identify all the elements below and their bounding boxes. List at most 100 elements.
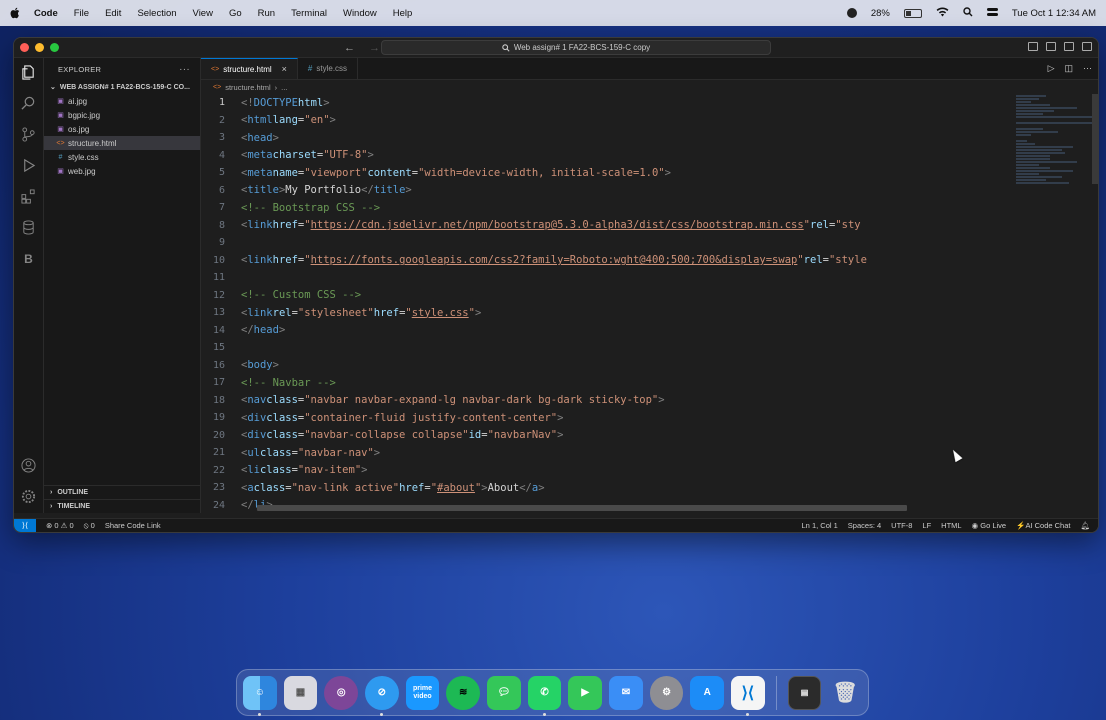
breadcrumb-file[interactable]: structure.html: [225, 83, 270, 92]
ports-indicator[interactable]: ⦸ 0: [84, 521, 95, 531]
remote-indicator-icon[interactable]: ⟩⟨: [14, 518, 36, 532]
file-item-structure-html[interactable]: <> structure.html: [44, 136, 200, 150]
apple-icon[interactable]: [10, 7, 20, 19]
settings-gear-icon[interactable]: [20, 488, 37, 505]
close-tab-icon[interactable]: ×: [282, 64, 287, 74]
tab-structure-html[interactable]: <> structure.html ×: [201, 58, 298, 79]
source-control-icon[interactable]: [20, 126, 37, 143]
explorer-icon[interactable]: [20, 64, 37, 81]
menu-go[interactable]: Go: [229, 8, 242, 19]
language-mode[interactable]: HTML: [941, 521, 961, 530]
launchpad-icon[interactable]: ▦: [283, 675, 318, 710]
code-editor[interactable]: 1 <! DOCTYPE html > 2 < html lang = "en" > 3 < he…: [201, 94, 1098, 513]
vertical-scrollbar[interactable]: [1092, 94, 1098, 184]
more-actions-icon[interactable]: ···: [1083, 63, 1092, 74]
editor-area: <> structure.html × # style.css ▷ ◫ ··· …: [201, 58, 1098, 513]
image-file-icon: ▣: [57, 168, 64, 175]
safari-icon[interactable]: ⊘: [365, 675, 399, 716]
layout-controls: [1028, 42, 1092, 51]
share-code-link[interactable]: Share Code Link: [105, 521, 161, 530]
file-item-style-css[interactable]: # style.css: [44, 150, 200, 164]
battery-icon[interactable]: [903, 8, 922, 18]
minimap[interactable]: [1016, 94, 1092, 264]
line-number: 6: [218, 184, 225, 196]
file-item-ai-jpg[interactable]: ▣ ai.jpg: [44, 94, 200, 108]
horizontal-scrollbar[interactable]: [257, 505, 907, 511]
menu-terminal[interactable]: Terminal: [291, 8, 327, 19]
menu-view[interactable]: View: [193, 8, 213, 19]
forward-arrow-icon[interactable]: →: [369, 42, 380, 54]
messages-icon[interactable]: 💬︎: [487, 675, 521, 710]
prime-video-icon[interactable]: prime video: [405, 675, 440, 710]
back-arrow-icon[interactable]: ←: [344, 42, 355, 54]
command-center-text: Web assign# 1 FA22-BCS-159-C copy: [513, 43, 651, 52]
menu-help[interactable]: Help: [393, 8, 413, 19]
cursor-position[interactable]: Ln 1, Col 1: [802, 521, 838, 530]
file-item-bgpic-jpg[interactable]: ▣ bgpic.jpg: [44, 108, 200, 122]
database-icon[interactable]: [20, 219, 37, 236]
search-icon[interactable]: [20, 95, 37, 112]
workspace-folder[interactable]: ⌄ WEB ASSIGN# 1 FA22-BCS-159-C CO...: [44, 80, 200, 94]
timeline-section[interactable]: › TIMELINE: [44, 499, 200, 513]
mail-icon[interactable]: ✉: [609, 675, 643, 710]
account-icon[interactable]: [20, 457, 37, 474]
file-label: bgpic.jpg: [68, 110, 101, 120]
line-number: 16: [212, 359, 225, 371]
control-center-icon[interactable]: [986, 7, 998, 20]
file-item-os-jpg[interactable]: ▣ os.jpg: [44, 122, 200, 136]
wifi-icon[interactable]: [936, 7, 949, 20]
tab-style-css[interactable]: # style.css: [298, 58, 359, 79]
go-live-button[interactable]: ◉ Go Live: [972, 521, 1007, 530]
notifications-bell-icon[interactable]: 🔔︎: [1080, 521, 1090, 530]
maximize-window-button[interactable]: [50, 43, 59, 52]
problems-indicator[interactable]: ⊗ 0 ⚠ 0: [46, 521, 74, 530]
record-icon[interactable]: [846, 8, 857, 18]
app-store-icon[interactable]: A: [690, 675, 725, 710]
tor-browser-icon[interactable]: ◎: [324, 675, 359, 710]
menu-selection[interactable]: Selection: [137, 8, 176, 19]
b-extension-icon[interactable]: B: [20, 250, 37, 267]
file-label: style.css: [68, 152, 99, 162]
battery-percent: 28%: [870, 7, 890, 19]
code-line: 17 <!-- Navbar -->: [201, 374, 1098, 392]
editor-actions: ▷ ◫ ···: [1048, 63, 1092, 74]
facetime-icon[interactable]: ▶: [568, 675, 603, 710]
menu-run[interactable]: Run: [258, 8, 275, 19]
toggle-panel-icon[interactable]: [1046, 42, 1056, 51]
status-bar: ⟩⟨ ⊗ 0 ⚠ 0 ⦸ 0 Share Code Link Ln 1, Col…: [14, 518, 1098, 532]
spotify-icon[interactable]: ≋: [446, 675, 481, 710]
toggle-primary-sidebar-icon[interactable]: [1028, 42, 1038, 51]
timeline-label: TIMELINE: [57, 503, 91, 510]
extensions-icon[interactable]: [20, 188, 37, 205]
menu-edit[interactable]: Edit: [105, 8, 121, 19]
encoding[interactable]: UTF-8: [891, 521, 912, 530]
menu-file[interactable]: File: [74, 8, 89, 19]
menu-window[interactable]: Window: [343, 8, 377, 19]
finder-icon[interactable]: ☺: [243, 675, 277, 716]
trash-icon[interactable]: 🗑︎: [828, 676, 862, 710]
menu-app-name[interactable]: Code: [34, 8, 58, 19]
run-debug-icon[interactable]: [20, 157, 37, 174]
system-settings-icon[interactable]: ⚙: [649, 675, 684, 710]
line-number: 8: [218, 219, 225, 231]
workspace-folder-label: WEB ASSIGN# 1 FA22-BCS-159-C CO...: [59, 83, 190, 91]
menubar-datetime[interactable]: Tue Oct 1 12:34 AM: [1012, 8, 1096, 19]
whatsapp-icon[interactable]: ✆: [527, 675, 562, 716]
ai-code-chat-button[interactable]: ⚡AI Code Chat: [1016, 521, 1070, 530]
spotlight-search-icon[interactable]: [963, 6, 973, 20]
split-editor-icon[interactable]: ◫: [1064, 63, 1073, 74]
minimize-window-button[interactable]: [35, 43, 44, 52]
command-center-search[interactable]: Web assign# 1 FA22-BCS-159-C copy: [381, 40, 771, 55]
more-actions-icon[interactable]: ···: [179, 64, 190, 75]
breadcrumb-rest[interactable]: ...: [281, 83, 287, 92]
file-item-web-jpg[interactable]: ▣ web.jpg: [44, 164, 200, 178]
outline-section[interactable]: › OUTLINE: [44, 485, 200, 499]
run-icon[interactable]: ▷: [1048, 63, 1055, 74]
toggle-secondary-sidebar-icon[interactable]: [1064, 42, 1074, 51]
customize-layout-icon[interactable]: [1082, 42, 1092, 51]
close-window-button[interactable]: [20, 43, 29, 52]
vscode-icon[interactable]: ⟩⟨: [731, 675, 765, 716]
indentation[interactable]: Spaces: 4: [848, 521, 881, 530]
terminal-window-thumbnail-icon[interactable]: ▤: [787, 675, 822, 710]
end-of-line[interactable]: LF: [922, 521, 931, 530]
